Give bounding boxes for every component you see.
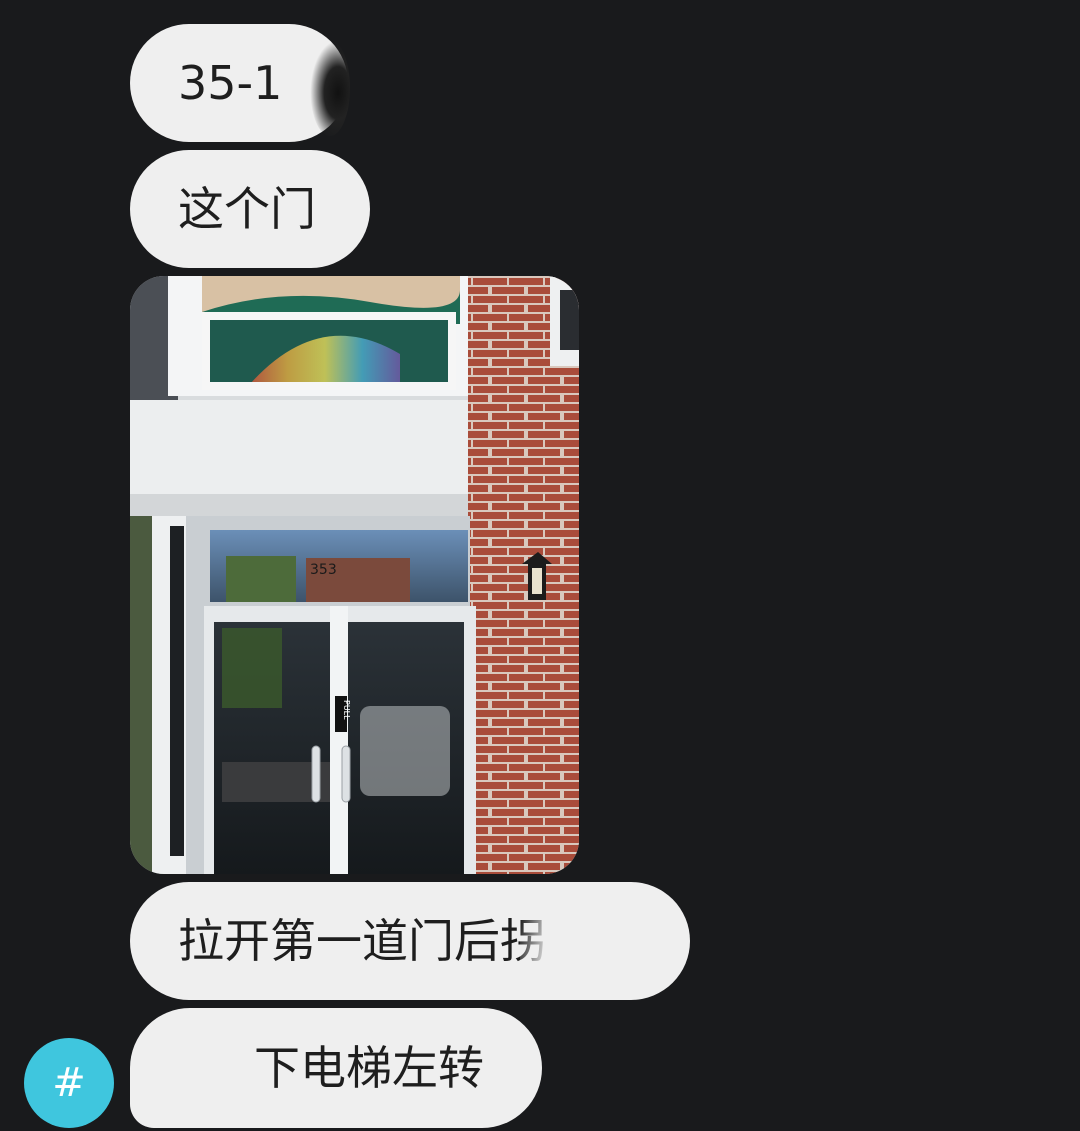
redaction-smudge [520,918,600,964]
door-number: 353 [310,562,337,578]
redaction-smudge [310,40,350,136]
message-text: 35-1 [178,56,283,110]
door-pull-sign: PULL [342,700,351,720]
message-text: 拉开第一道门后拐 [178,914,546,968]
sender-avatar[interactable]: # [24,1038,114,1128]
message-bubble[interactable]: 这个门 [130,150,370,268]
hash-icon: # [52,1060,86,1106]
message-text: 这个门 [178,182,316,236]
message-bubble[interactable]: 下电梯左转 [130,1008,542,1128]
building-entrance-photo: 353 PULL [130,276,579,874]
message-image[interactable]: 353 PULL [130,276,579,874]
chat-thread: 35-1 这个门 353 PULL 拉开第一道门后拐 下电梯左转 # [0,0,1080,1131]
message-text: 下电梯左转 [254,1041,484,1095]
message-bubble[interactable]: 拉开第一道门后拐 [130,882,690,1000]
